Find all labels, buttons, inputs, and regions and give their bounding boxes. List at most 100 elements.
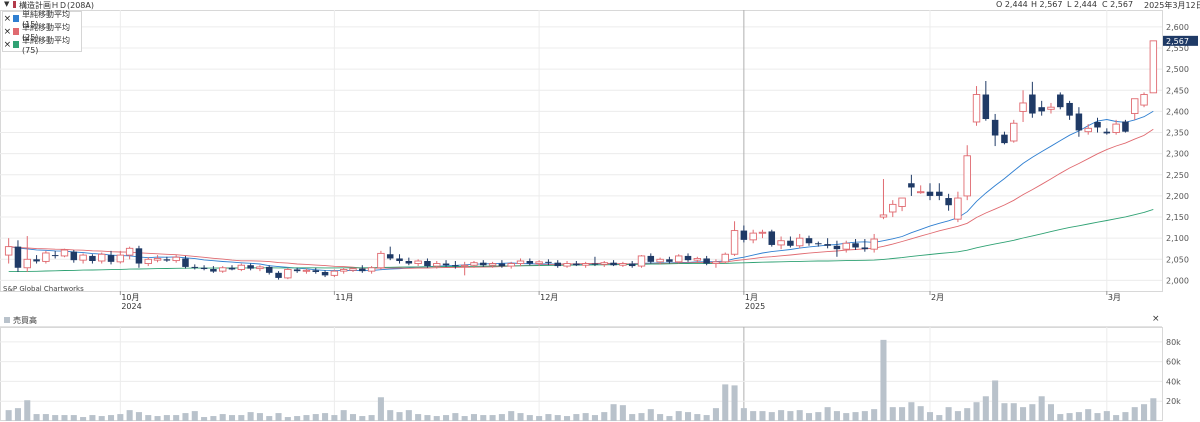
candle-body-up [507,263,515,267]
volume-bar [536,416,543,421]
volume-bar [1131,407,1138,421]
candle-body-down [703,258,710,264]
candle-body-up [1047,106,1055,110]
candle-body-down [610,262,617,266]
candle-body-down [861,247,869,250]
volume-bar [1122,412,1129,421]
volume-bar [135,412,142,421]
candle-body-up [963,155,971,197]
candle-body-up [954,197,962,220]
volume-bar [163,415,170,421]
volume-bar [1066,413,1073,421]
legend-swatch [12,15,19,22]
price-y-tick-label: 2,150 [1166,213,1189,222]
indicator-legend: × 単純移動平均 (15) × 単純移動平均 (25) × 単純移動平均 (75… [2,10,82,55]
candle-body-down [70,251,78,261]
volume-bar [117,414,124,421]
price-y-tick-label: 2,000 [1166,276,1189,285]
volume-bar [498,414,505,421]
candle-body-up [349,268,357,271]
volume-bar [703,415,710,421]
x-tick-label: 10月 [121,293,139,302]
volume-bar [182,413,189,421]
candle-body-down [498,263,506,267]
volume-bar [647,409,654,421]
volume-bar [145,415,152,421]
candle-body-down [293,269,301,272]
candle-body-down [107,255,115,262]
volume-panel-title: 売買高 [13,316,37,325]
volume-bar [917,406,924,421]
volume-bar [201,417,208,421]
volume-bar [582,413,589,421]
candle-body-up [758,231,767,234]
volume-y-tick-label: 60k [1166,358,1181,367]
volume-bar [591,415,598,421]
volume-bar [238,415,245,421]
candle-body-up [460,264,469,267]
candle-body-down [1029,94,1036,114]
volume-bar [228,415,236,421]
volume-bar [768,412,775,421]
volume-bar [545,414,552,421]
candle-body-down [89,255,96,261]
candle-body-up [60,249,69,257]
volume-bar [415,414,422,421]
remove-indicator-icon[interactable]: × [3,40,12,50]
candle-body-down [33,259,40,262]
volume-bar [461,416,468,421]
volume-bar [368,415,375,421]
candle-body-up [581,263,590,266]
candle-body-up [302,269,311,272]
volume-bar [24,400,31,421]
volume-bar [526,415,533,421]
x-tick-label: 11月 [335,293,353,302]
candle-body-up [23,258,31,269]
candle-body-down [1122,121,1129,132]
volume-bar [210,416,217,421]
candle-body-down [591,263,599,265]
legend-item-sma75[interactable]: × 単純移動平均 (75) [3,36,81,55]
candle-body-up [470,262,478,266]
volume-bar [387,410,394,421]
close-panel-icon[interactable]: × [1152,314,1160,324]
candle-body-up [153,258,162,261]
volume-bar [331,415,338,421]
volume-bar [564,416,571,421]
price-volume-chart[interactable]: 2,000 2,050 2,100 2,150 2,200 2,250 2,300 2,350… [0,0,1200,422]
price-y-tick-label: 2,450 [1166,86,1189,95]
remove-indicator-icon[interactable]: × [3,27,12,37]
volume-bar [1113,415,1120,421]
price-y-tick-label: 2,100 [1166,234,1189,243]
volume-bar [322,413,329,421]
legend-swatch [12,41,19,48]
candle-body-down [982,94,990,120]
volume-bar [1047,404,1055,421]
x-tick-label: 3月 [1108,293,1121,302]
candle-body-up [237,264,246,270]
remove-indicator-icon[interactable]: × [3,14,12,24]
volume-bar [256,413,263,421]
candle-body-up [693,258,702,261]
candle-body-up [600,262,608,265]
candle-body-up [712,261,720,264]
volume-bar [452,413,459,421]
candle-body-down [312,270,320,272]
candle-body-down [1001,134,1008,144]
volume-bar [470,414,478,421]
volume-y-tick-label: 20k [1166,397,1181,406]
volume-bar [480,415,487,421]
volume-bar [945,407,952,421]
candle-body-up [144,258,152,264]
volume-bar [349,414,357,421]
candle-body-up [116,254,125,263]
volume-bar [843,413,850,421]
volume-bar [926,412,934,421]
volume-bar [750,411,757,421]
candle-body-down [768,231,776,245]
candle-body-up [4,246,13,256]
volume-bar [275,413,282,421]
volume-bar [796,410,803,421]
candle-body-up [1084,127,1092,133]
volume-bar [396,412,403,421]
